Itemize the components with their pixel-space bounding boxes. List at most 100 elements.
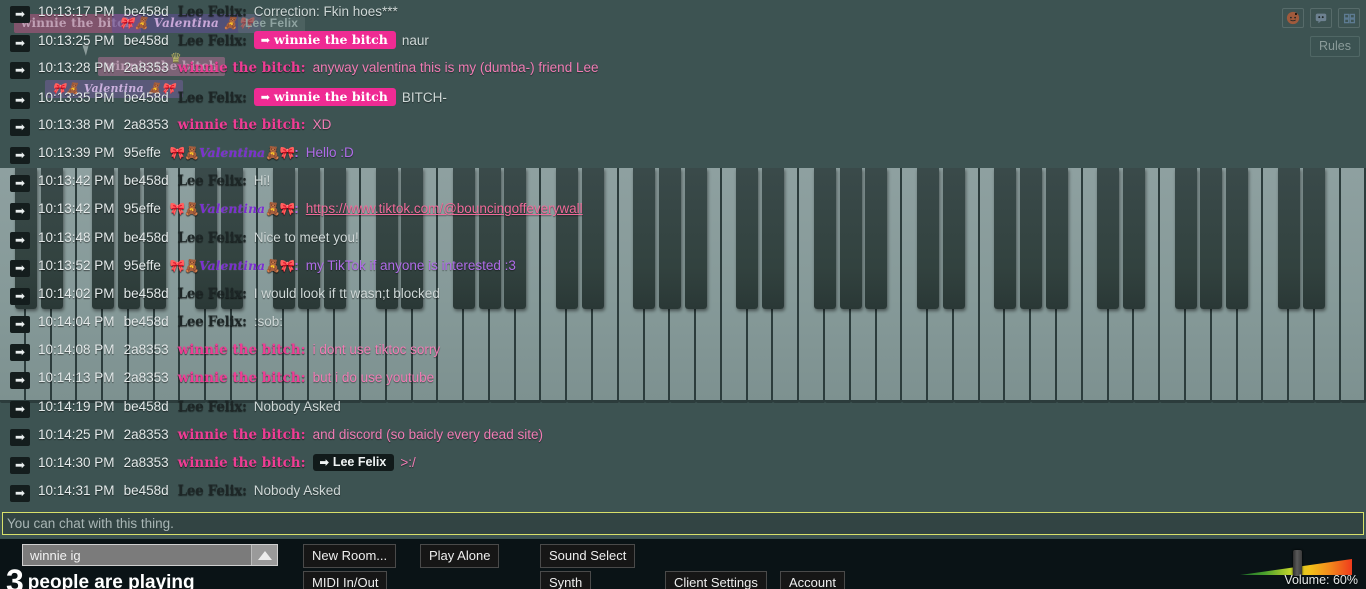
message-timestamp: 10:13:42 PM [38,201,115,217]
message-text: Correction: Fkin hoes*** [253,4,398,19]
chat-message[interactable]: ➡ 10:13:39 PM 95effe 🎀🧸Valentina🧸🎀: Hello :D [0,145,1366,173]
message-username[interactable]: Lee Felix: [178,399,247,415]
message-text: I would look if tt wasn;t blocked [253,285,440,301]
reply-arrow-icon[interactable]: ➡ [10,35,30,53]
chat-message[interactable]: ➡ 10:13:28 PM 2a8353 winnie the bitch: anywa… [0,60,1366,88]
message-timestamp: 10:13:17 PM [38,4,115,19]
players-count-label: people are playing [27,572,195,589]
message-username[interactable]: winnie the bitch: [178,117,306,133]
mention-pill[interactable]: ➡ winnie the bitch [253,87,396,106]
mention-pill[interactable]: ➡ Lee Felix [312,454,395,471]
chat-log[interactable]: ➡ 10:13:17 PM be458d Lee Felix: Correction: … [0,0,1366,505]
chat-input[interactable] [7,516,1363,531]
message-text: i dont use tiktoc sorry [312,342,441,358]
chat-message[interactable]: ➡ 10:13:52 PM 95effe 🎀🧸Valentina🧸🎀: my TikTo… [0,258,1366,286]
message-text: my TikTok if anyone is interested :3 [305,257,516,273]
chat-message[interactable]: ➡ 10:13:17 PM be458d Lee Felix: Correction: … [0,4,1366,32]
room-name-input[interactable] [23,547,251,563]
message-user-id: be458d [123,314,169,330]
message-timestamp: 10:14:31 PM [38,483,115,499]
chevron-up-icon [257,550,272,560]
play-alone-button[interactable]: Play Alone [420,544,500,568]
message-username[interactable]: winnie the bitch: [178,60,306,76]
reply-arrow-icon[interactable]: ➡ [10,62,30,80]
message-timestamp: 10:14:04 PM [38,314,115,330]
message-username[interactable]: winnie the bitch: [178,370,306,386]
message-username[interactable]: Lee Felix: [178,90,247,106]
reply-arrow-icon[interactable]: ➡ [10,457,30,474]
reply-arrow-icon[interactable]: ➡ [10,175,30,193]
chat-message[interactable]: ➡ 10:14:13 PM 2a8353 winnie the bitch: but i… [0,370,1366,398]
reply-arrow-icon[interactable]: ➡ [10,428,30,446]
message-user-id: be458d [123,33,169,49]
message-username[interactable]: Lee Felix: [178,33,247,49]
reply-arrow-icon[interactable]: ➡ [10,316,30,334]
room-list-toggle-button[interactable] [251,545,277,565]
reply-arrow-icon[interactable]: ➡ [10,118,30,136]
chat-message[interactable]: ➡ 10:13:48 PM be458d Lee Felix: Nice to meet… [0,230,1366,258]
chat-message[interactable]: ➡ 10:14:30 PM 2a8353 winnie the bitch: ➡ Lee … [0,454,1366,483]
reply-arrow-icon[interactable]: ➡ [10,146,30,164]
message-text: XD [312,116,332,132]
mention-pill[interactable]: ➡ winnie the bitch [253,31,396,50]
message-timestamp: 10:14:25 PM [38,426,115,442]
message-username[interactable]: Lee Felix: [178,483,247,499]
reply-arrow-icon[interactable]: ➡ [10,203,30,221]
client-settings-button[interactable]: Client Settings [665,571,767,589]
message-username[interactable]: Lee Felix: [178,4,247,20]
rules-button[interactable]: Rules [1310,36,1360,57]
synth-button[interactable]: Synth [540,571,592,589]
message-username[interactable]: winnie the bitch: [178,342,306,358]
mention-hook-icon: ➡ [319,457,329,469]
reply-arrow-icon[interactable]: ➡ [10,259,30,277]
room-name-container[interactable] [22,544,278,566]
account-button[interactable]: Account [780,571,845,589]
message-username[interactable]: Lee Felix: [178,230,247,246]
message-timestamp: 10:13:35 PM [38,89,115,105]
chat-message[interactable]: ➡ 10:13:25 PM be458d Lee Felix: ➡ winnie the … [0,31,1366,60]
reply-arrow-icon[interactable]: ➡ [10,400,30,418]
message-link[interactable]: https://www.tiktok.com/@bouncingoffevery… [306,201,583,216]
message-username[interactable]: 🎀🧸Valentina🧸🎀: [170,201,299,217]
reply-arrow-icon[interactable]: ➡ [10,91,30,109]
message-username[interactable]: winnie the bitch: [178,455,306,471]
message-username[interactable]: Lee Felix: [178,314,247,330]
reddit-icon[interactable] [1282,8,1304,28]
chat-message[interactable]: ➡ 10:13:42 PM 95effe 🎀🧸Valentina🧸🎀: https://… [0,201,1366,229]
chat-message[interactable]: ➡ 10:13:38 PM 2a8353 winnie the bitch: XD [0,117,1366,145]
message-username[interactable]: winnie the bitch: [178,427,306,443]
chat-message[interactable]: ➡ 10:14:08 PM 2a8353 winnie the bitch: i don… [0,342,1366,370]
chat-message[interactable]: ➡ 10:14:25 PM 2a8353 winnie the bitch: and d… [0,427,1366,455]
chat-input-container[interactable] [2,512,1364,535]
midi-in-out-button[interactable]: MIDI In/Out [303,571,388,589]
sound-select-button[interactable]: Sound Select [540,544,636,568]
reply-arrow-icon[interactable]: ➡ [10,6,30,23]
reply-arrow-icon[interactable]: ➡ [10,231,30,249]
message-timestamp: 10:13:38 PM [38,116,115,132]
message-username[interactable]: Lee Felix: [178,286,247,302]
chat-message[interactable]: ➡ 10:14:31 PM be458d Lee Felix: Nobody Asked [0,483,1366,505]
message-user-id: 2a8353 [123,342,169,358]
message-text: naur [401,33,429,49]
message-user-id: 2a8353 [123,426,169,442]
chat-message[interactable]: ➡ 10:14:19 PM be458d Lee Felix: Nobody Asked [0,399,1366,427]
volume-control[interactable]: Volume: 60% [1240,543,1360,589]
message-username[interactable]: 🎀🧸Valentina🧸🎀: [170,258,299,274]
message-username[interactable]: 🎀🧸Valentina🧸🎀: [170,145,299,161]
message-timestamp: 10:13:39 PM [38,144,115,160]
chat-message[interactable]: ➡ 10:13:42 PM be458d Lee Felix: Hi! [0,173,1366,201]
chat-message[interactable]: ➡ 10:14:04 PM be458d Lee Felix::sob: [0,314,1366,342]
reply-arrow-icon[interactable]: ➡ [10,344,30,362]
message-timestamp: 10:13:25 PM [38,33,115,49]
chat-message[interactable]: ➡ 10:14:02 PM be458d Lee Felix: I would look… [0,286,1366,314]
reply-arrow-icon[interactable]: ➡ [10,372,30,390]
discord-icon[interactable] [1310,8,1332,28]
message-text: Nobody Asked [253,483,341,499]
reply-arrow-icon[interactable]: ➡ [10,485,30,503]
new-room-button[interactable]: New Room... [303,544,397,568]
apps-grid-icon[interactable] [1338,8,1360,28]
reply-arrow-icon[interactable]: ➡ [10,287,30,305]
message-username[interactable]: Lee Felix: [178,173,247,189]
message-user-id: 95effe [123,257,161,273]
chat-message[interactable]: ➡ 10:13:35 PM be458d Lee Felix: ➡ winnie the … [0,87,1366,117]
